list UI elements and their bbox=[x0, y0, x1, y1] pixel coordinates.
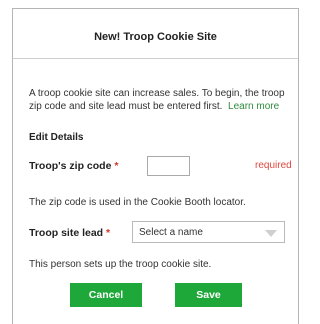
zip-code-label: Troop's zip code * bbox=[29, 160, 118, 172]
learn-more-link[interactable]: Learn more bbox=[228, 101, 279, 112]
edit-details-heading: Edit Details bbox=[29, 132, 84, 143]
site-lead-select[interactable]: Select a name bbox=[132, 221, 285, 243]
site-lead-help: This person sets up the troop cookie sit… bbox=[29, 259, 212, 270]
dialog-header: New! Troop Cookie Site bbox=[13, 9, 298, 59]
required-star: * bbox=[106, 227, 111, 239]
cancel-button[interactable]: Cancel bbox=[70, 283, 142, 307]
dialog-title: New! Troop Cookie Site bbox=[94, 31, 217, 43]
site-lead-label-text: Troop site lead bbox=[29, 227, 104, 239]
intro-text: A troop cookie site can increase sales. … bbox=[29, 87, 289, 113]
zip-code-help: The zip code is used in the Cookie Booth… bbox=[29, 197, 246, 208]
zip-code-input[interactable] bbox=[147, 156, 190, 176]
required-indicator: required bbox=[255, 160, 292, 171]
chevron-down-icon bbox=[265, 230, 277, 237]
cookie-site-dialog: New! Troop Cookie Site A troop cookie si… bbox=[12, 8, 299, 324]
required-star: * bbox=[114, 160, 119, 172]
save-button[interactable]: Save bbox=[175, 283, 242, 307]
site-lead-label: Troop site lead * bbox=[29, 227, 110, 239]
site-lead-selected-value: Select a name bbox=[139, 227, 203, 238]
zip-code-label-text: Troop's zip code bbox=[29, 160, 112, 172]
